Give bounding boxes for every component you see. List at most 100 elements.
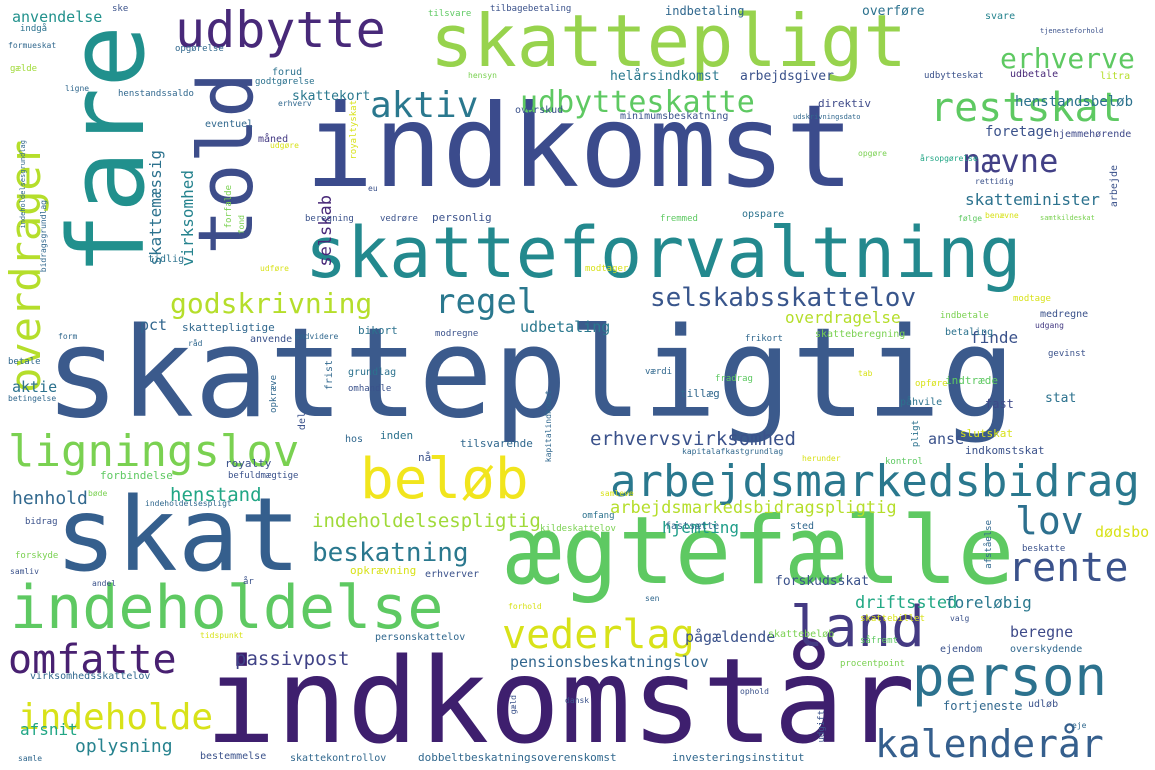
word-befuldmaegtige: befuldmægtige: [228, 471, 299, 481]
word-samliv: samliv: [10, 567, 39, 576]
word-skattekontrollov: skattekontrollov: [290, 753, 387, 764]
word-oplysning: oplysning: [75, 736, 173, 757]
word-bidragsgrundlag: bidragsgrundlag: [39, 200, 48, 273]
word-forskudsskat: forskudsskat: [775, 574, 869, 589]
word-eu: eu: [368, 184, 378, 193]
word-grundlag: grundlag: [348, 367, 397, 378]
word-direktiv: direktiv: [818, 97, 871, 110]
word-overfore: overføre: [862, 4, 925, 19]
word-opspare: opspare: [742, 209, 785, 220]
word-samleve: samleve: [600, 489, 634, 498]
word-udgang: udgang: [1035, 321, 1064, 330]
word-fare: fare: [46, 25, 168, 276]
word-investeringsinstitut: investeringsinstitut: [672, 751, 805, 764]
word-henstandsbelob: henstandsbeløb: [1015, 94, 1134, 110]
word-udbytteskat: udbytteskat: [924, 71, 984, 81]
word-opkraevning: opkrævning: [350, 564, 417, 577]
word-raad: råd: [188, 339, 203, 348]
word-ophold: ophold: [740, 687, 769, 696]
word-dodsbo: dødsbo: [1095, 523, 1150, 541]
word-udbetale: udbetale: [1010, 69, 1059, 80]
word-hos: hos: [345, 434, 364, 445]
word-vedrore: vedrøre: [380, 214, 418, 224]
word-beregning: beregning: [305, 214, 354, 224]
word-indbetale: indbetale: [940, 311, 989, 321]
word-tilsvarende: tilsvarende: [460, 437, 533, 450]
word-opkraeve: opkræve: [269, 375, 279, 413]
word-betaling: betaling: [945, 327, 994, 338]
word-anvendelse: anvendelse: [12, 8, 103, 26]
word-helarsindkomst: helårsindkomst: [610, 69, 720, 84]
word-fastsaette: fastsætte: [665, 521, 720, 532]
word-erhverv: erhverv: [278, 99, 312, 108]
word-frist: frist: [324, 360, 335, 391]
word-personskattelov: personskattelov: [375, 632, 466, 643]
word-arbejdsmarkedsbidragspligtig: arbejdsmarkedsbidragspligtig: [610, 498, 897, 518]
word-royalty: royalty: [225, 457, 272, 470]
word-frikort: frikort: [745, 334, 783, 344]
word-bestemmelse: bestemmelse: [200, 751, 267, 762]
word-kontrol: kontrol: [885, 457, 923, 467]
word-opgorelse: opgørelse: [175, 44, 224, 54]
word-person: person: [912, 645, 1108, 708]
word-opgore: opgøre: [858, 149, 887, 158]
word-skatteberegning: skatteberegning: [815, 329, 906, 340]
word-udfore: udføre: [260, 264, 289, 273]
word-skattebillet: skattebillet: [860, 614, 926, 624]
word-lov: lov: [1015, 499, 1084, 543]
word-vaerdi: værdi: [645, 367, 673, 377]
word-kalenderar: kalenderår: [875, 722, 1104, 766]
word-betale: betale: [8, 357, 41, 367]
word-hensyn: hensyn: [468, 71, 497, 80]
word-pensionsbeskatningslov: pensionsbeskatningslov: [510, 653, 709, 671]
word-indtraede: indtræde: [945, 374, 998, 387]
word-udskrivningsdato: udskrivningsdato: [793, 113, 861, 121]
word-aar: år: [243, 577, 254, 587]
word-vederlag: vederlag: [502, 612, 695, 658]
word-benaevne: benævne: [985, 211, 1019, 220]
word-saafremt: såfremt: [860, 636, 898, 646]
word-selskab: selskab: [316, 195, 336, 267]
word-rente: rente: [1008, 545, 1129, 591]
word-regel: regel: [435, 282, 538, 322]
word-samtkildeskat: samtkildeskat: [1040, 214, 1095, 222]
word-inden: inden: [380, 429, 414, 442]
word-skatteminister: skatteminister: [965, 190, 1100, 209]
word-arbejde: arbejde: [1109, 165, 1120, 208]
word-udbetaling: udbetaling: [520, 318, 611, 336]
word-procentpoint: procentpoint: [840, 659, 906, 669]
word-arsopgorelse: årsopgørelse: [920, 154, 978, 163]
word-valg: valg: [950, 614, 970, 623]
word-modregne: modregne: [435, 329, 479, 339]
word-minimumsbeskatning: minimumsbeskatning: [620, 111, 729, 122]
word-fast: fast: [985, 397, 1014, 411]
word-sen: sen: [645, 594, 660, 603]
word-henstandssaldo: henstandssaldo: [118, 89, 194, 99]
word-tilsvare: tilsvare: [428, 9, 472, 19]
word-modtage: modtage: [1013, 294, 1051, 304]
word-sted: sted: [790, 521, 815, 532]
word-afstaelse: afståelse: [984, 520, 994, 569]
word-tidlig: tidlig: [148, 254, 185, 265]
word-stat: stat: [1045, 391, 1077, 406]
word-anvende: anvende: [250, 334, 293, 345]
word-tjenesteforhold: tjenesteforhold: [1040, 27, 1104, 35]
word-herunder: herunder: [802, 454, 841, 463]
word-ligne: ligne: [65, 84, 90, 93]
word-eventuel: eventuel: [205, 119, 254, 130]
word-udgift: udgift: [817, 710, 827, 743]
word-opfore: opføre: [915, 379, 948, 389]
word-gevinst: gevinst: [1048, 349, 1086, 359]
word-fortjeneste: fortjeneste: [943, 699, 1023, 713]
word-indbetaling: indbetaling: [665, 4, 745, 18]
word-hjemmehorende: hjemmehørende: [1053, 129, 1132, 140]
word-passivpost: passivpost: [235, 648, 350, 670]
word-dansk: dansk: [565, 696, 590, 705]
word-ejendom: ejendom: [940, 644, 983, 655]
word-bidrag: bidrag: [25, 517, 58, 527]
word-overskydende: overskydende: [1010, 644, 1083, 655]
word-forelobig: foreløbig: [945, 593, 1032, 612]
word-indeholdelsespligt: indeholdelsespligt: [145, 499, 232, 508]
word-litra: litra: [1100, 71, 1131, 82]
word-fradrag: fradrag: [715, 374, 753, 384]
